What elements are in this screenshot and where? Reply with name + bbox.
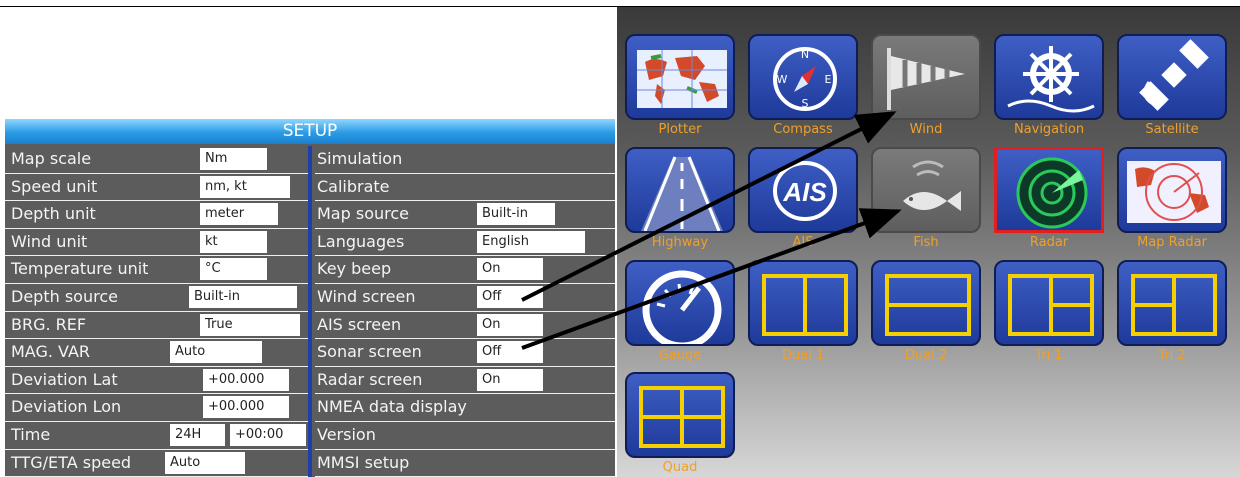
arrow-wind-screen-to-wind bbox=[521, 111, 897, 302]
arrow-sonar-screen-to-fish bbox=[521, 208, 902, 350]
annotation-arrows bbox=[521, 111, 902, 350]
